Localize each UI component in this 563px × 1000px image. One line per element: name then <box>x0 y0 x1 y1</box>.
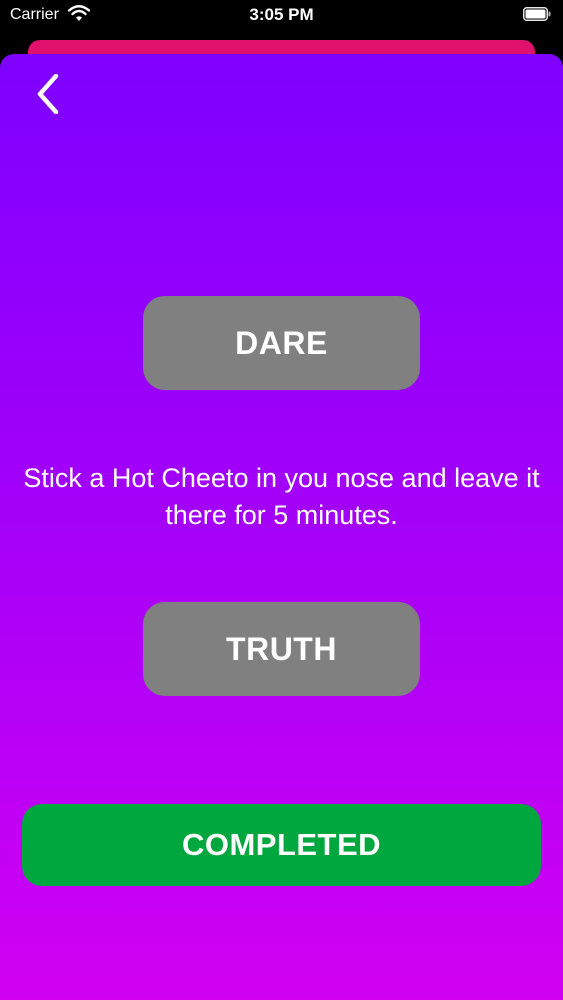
status-bar: Carrier 3:05 PM <box>0 0 563 34</box>
completed-button[interactable]: COMPLETED <box>22 804 541 886</box>
dare-button[interactable]: DARE <box>143 296 420 390</box>
chevron-left-icon[interactable] <box>30 74 70 114</box>
truth-button[interactable]: TRUTH <box>143 602 420 696</box>
prompt-text: Stick a Hot Cheeto in you nose and leave… <box>23 463 540 530</box>
game-sheet: DARE Stick a Hot Cheeto in you nose and … <box>0 54 563 1000</box>
status-time: 3:05 PM <box>249 5 314 24</box>
battery-icon <box>523 7 551 21</box>
